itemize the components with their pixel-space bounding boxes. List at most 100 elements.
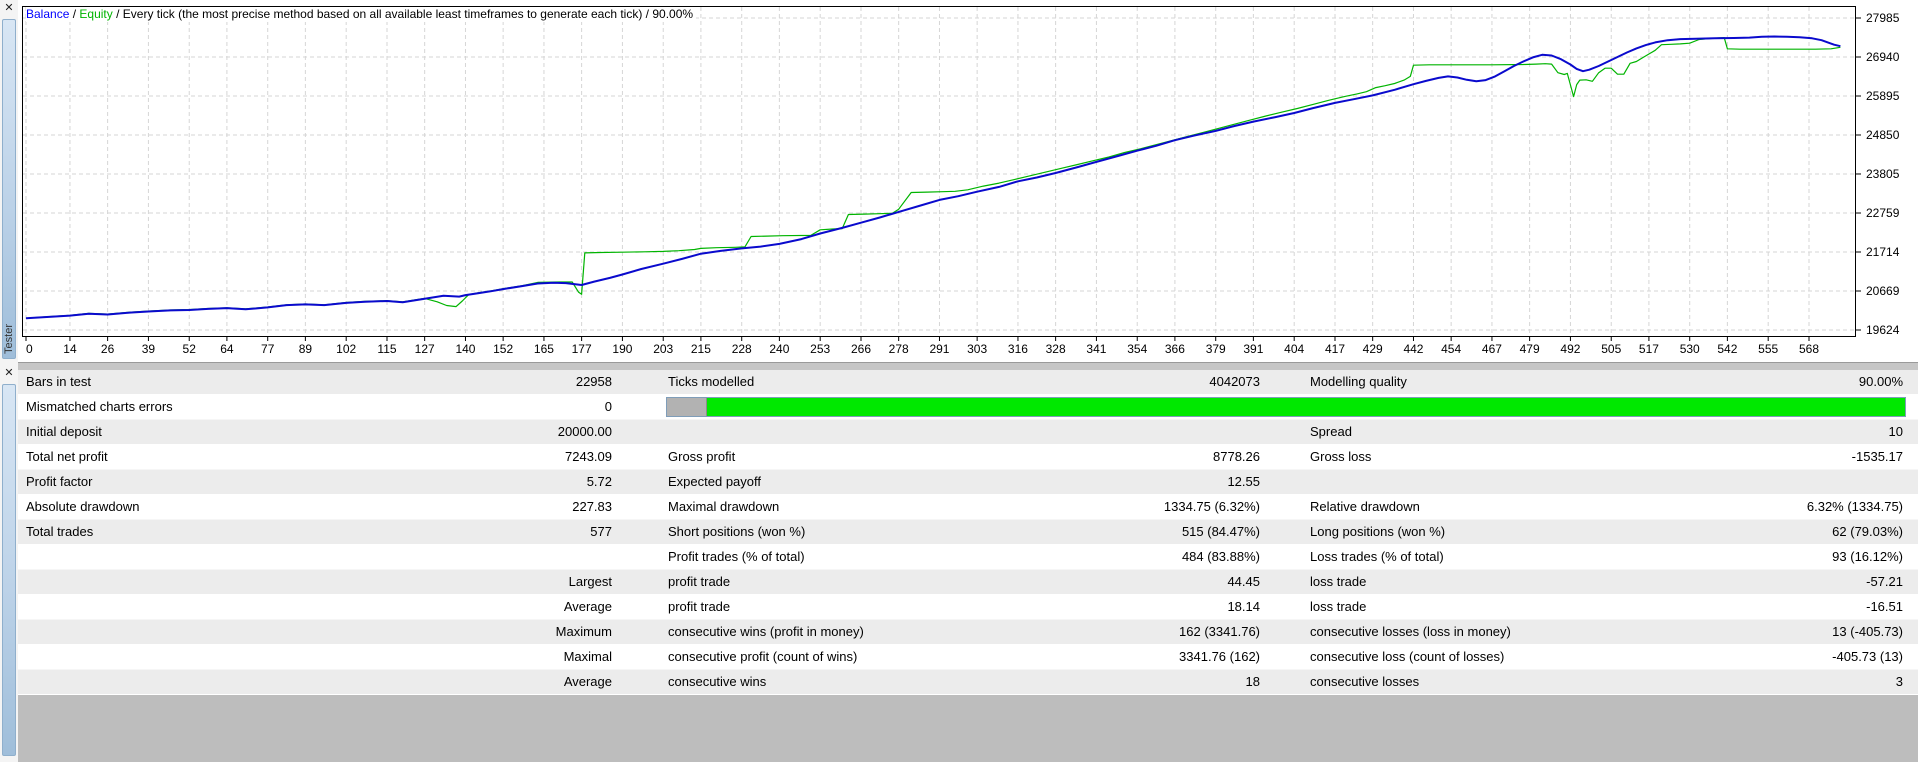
row-value-2: 515 (84.47%): [1181, 524, 1260, 539]
x-axis-label: 442: [1403, 342, 1423, 356]
row-value-1: 22958: [575, 374, 612, 389]
x-axis-label: 568: [1799, 342, 1819, 356]
table-row: Largest profit trade 44.45 loss trade -5…: [18, 570, 1918, 595]
balance-chart-panel: 0 14 26 39 52 64 77 89 102 115 127 140 152 165 177 190 2…: [18, 0, 1918, 362]
x-axis-label: 228: [732, 342, 752, 356]
tester-panel-close-icon[interactable]: ✕: [2, 2, 16, 16]
balance-legend-label: Balance: [26, 7, 70, 21]
table-row: Profit trades (% of total) 484 (83.88%) …: [18, 545, 1918, 570]
quality-bar-green-segment: [706, 398, 1905, 416]
y-axis-label: 19624: [1866, 323, 1900, 337]
results-table: Bars in test 22958 Ticks modelled 404207…: [18, 370, 1918, 695]
row-value-3: 93 (16.12%): [1832, 549, 1903, 564]
row-value-3: 13 (-405.73): [1832, 624, 1903, 639]
table-row: Average profit trade 18.14 loss trade -1…: [18, 595, 1918, 620]
strategy-tester-window: ✕ Tester ✕ 0 14 26 39 52 64 77 89 102 115 127 140 15…: [0, 0, 1918, 762]
row-value-1: Maximum: [555, 624, 612, 639]
x-axis-label: 316: [1008, 342, 1028, 356]
row-label-2: Gross profit: [668, 449, 736, 464]
row-label-3: Modelling quality: [1310, 374, 1407, 389]
x-axis-label: 291: [929, 342, 949, 356]
row-value-3: -405.73 (13): [1832, 649, 1903, 664]
x-axis-label: 542: [1717, 342, 1737, 356]
results-panel-close-icon[interactable]: ✕: [2, 367, 16, 381]
x-axis-label: 366: [1165, 342, 1185, 356]
x-axis-label: 89: [299, 342, 313, 356]
table-row: Average consecutive wins 18 consecutive …: [18, 670, 1918, 695]
x-axis-label: 404: [1284, 342, 1304, 356]
row-value-3: -1535.17: [1851, 449, 1903, 464]
x-axis-label: 215: [691, 342, 711, 356]
row-label-2: Maximal drawdown: [668, 499, 780, 514]
row-label-1: Total net profit: [26, 449, 108, 464]
row-value-1: Average: [563, 674, 612, 689]
row-label-2: consecutive profit (count of wins): [668, 649, 858, 664]
row-value-2: 18.14: [1227, 599, 1260, 614]
table-row: Profit factor 5.72 Expected payoff 12.55: [18, 470, 1918, 495]
x-axis-label: 555: [1758, 342, 1778, 356]
tester-panel-strip[interactable]: Tester: [2, 19, 16, 359]
row-value-3: 3: [1895, 674, 1903, 689]
row-value-2: 3341.76 (162): [1179, 649, 1260, 664]
x-axis-label: 52: [183, 342, 197, 356]
row-value-1: 7243.09: [565, 449, 612, 464]
x-axis-label: 77: [261, 342, 275, 356]
x-axis-label: 190: [612, 342, 632, 356]
row-label-2: Short positions (won %): [668, 524, 806, 539]
row-value-3: -57.21: [1866, 574, 1903, 589]
panel-splitter[interactable]: [18, 362, 1918, 370]
x-axis-label: 115: [377, 342, 396, 356]
x-axis-label: 341: [1086, 342, 1106, 356]
row-value-2: 12.55: [1227, 474, 1260, 489]
x-axis-label: 328: [1046, 342, 1066, 356]
x-axis-label: 152: [493, 342, 513, 356]
x-axis-label: 417: [1325, 342, 1345, 356]
x-axis-label: 203: [653, 342, 673, 356]
row-label-1: Absolute drawdown: [26, 499, 140, 514]
row-value-3: 62 (79.03%): [1832, 524, 1903, 539]
y-axis-label: 20669: [1866, 284, 1900, 298]
row-value-3: 6.32% (1334.75): [1806, 499, 1903, 514]
row-value-1: 20000.00: [557, 424, 612, 439]
x-axis-label: 0: [26, 342, 33, 356]
row-value-1: 0: [604, 399, 612, 414]
row-value-2: 18: [1245, 674, 1260, 689]
equity-line: [25, 36, 1841, 319]
x-axis-label: 102: [336, 342, 356, 356]
table-row: Total trades 577 Short positions (won %)…: [18, 520, 1918, 545]
modelling-quality-bar: [666, 397, 1906, 417]
row-value-2: 1334.75 (6.32%): [1163, 499, 1260, 514]
balance-equity-chart[interactable]: 0 14 26 39 52 64 77 89 102 115 127 140 152 165 177 190 2…: [18, 0, 1918, 362]
x-axis-label: 278: [889, 342, 909, 356]
row-label-1: Total trades: [26, 524, 94, 539]
row-value-1: 5.72: [586, 474, 612, 489]
x-axis-label: 429: [1363, 342, 1383, 356]
y-axis-label: 27985: [1866, 11, 1900, 25]
row-label-1: Profit factor: [26, 474, 93, 489]
y-axis-label: 24850: [1866, 128, 1900, 142]
row-value-1: Largest: [568, 574, 612, 589]
row-label-3: consecutive loss (count of losses): [1310, 649, 1505, 664]
row-value-2: 4042073: [1209, 374, 1260, 389]
x-axis-label: 454: [1441, 342, 1461, 356]
row-label-3: loss trade: [1310, 599, 1367, 614]
row-label-3: Loss trades (% of total): [1310, 549, 1444, 564]
row-label-2: Ticks modelled: [668, 374, 755, 389]
x-axis-label: 505: [1601, 342, 1621, 356]
row-label-2: consecutive wins: [668, 674, 767, 689]
row-value-1: 227.83: [572, 499, 612, 514]
table-row: Initial deposit 20000.00 Spread 10: [18, 420, 1918, 445]
x-axis-label: 64: [220, 342, 234, 356]
table-row: Maximum consecutive wins (profit in mone…: [18, 620, 1918, 645]
row-value-2: 8778.26: [1213, 449, 1260, 464]
row-value-2: 484 (83.88%): [1181, 549, 1260, 564]
results-panel-strip[interactable]: [2, 384, 16, 756]
table-row: Total net profit 7243.09 Gross profit 87…: [18, 445, 1918, 470]
row-label-2: Profit trades (% of total): [668, 549, 805, 564]
row-value-3: -16.51: [1866, 599, 1903, 614]
table-row: Mismatched charts errors 0: [18, 395, 1918, 420]
x-axis-label: 165: [534, 342, 554, 356]
x-axis-label: 266: [851, 342, 871, 356]
row-label-3: consecutive losses (loss in money): [1310, 624, 1511, 639]
x-axis-label: 303: [967, 342, 987, 356]
